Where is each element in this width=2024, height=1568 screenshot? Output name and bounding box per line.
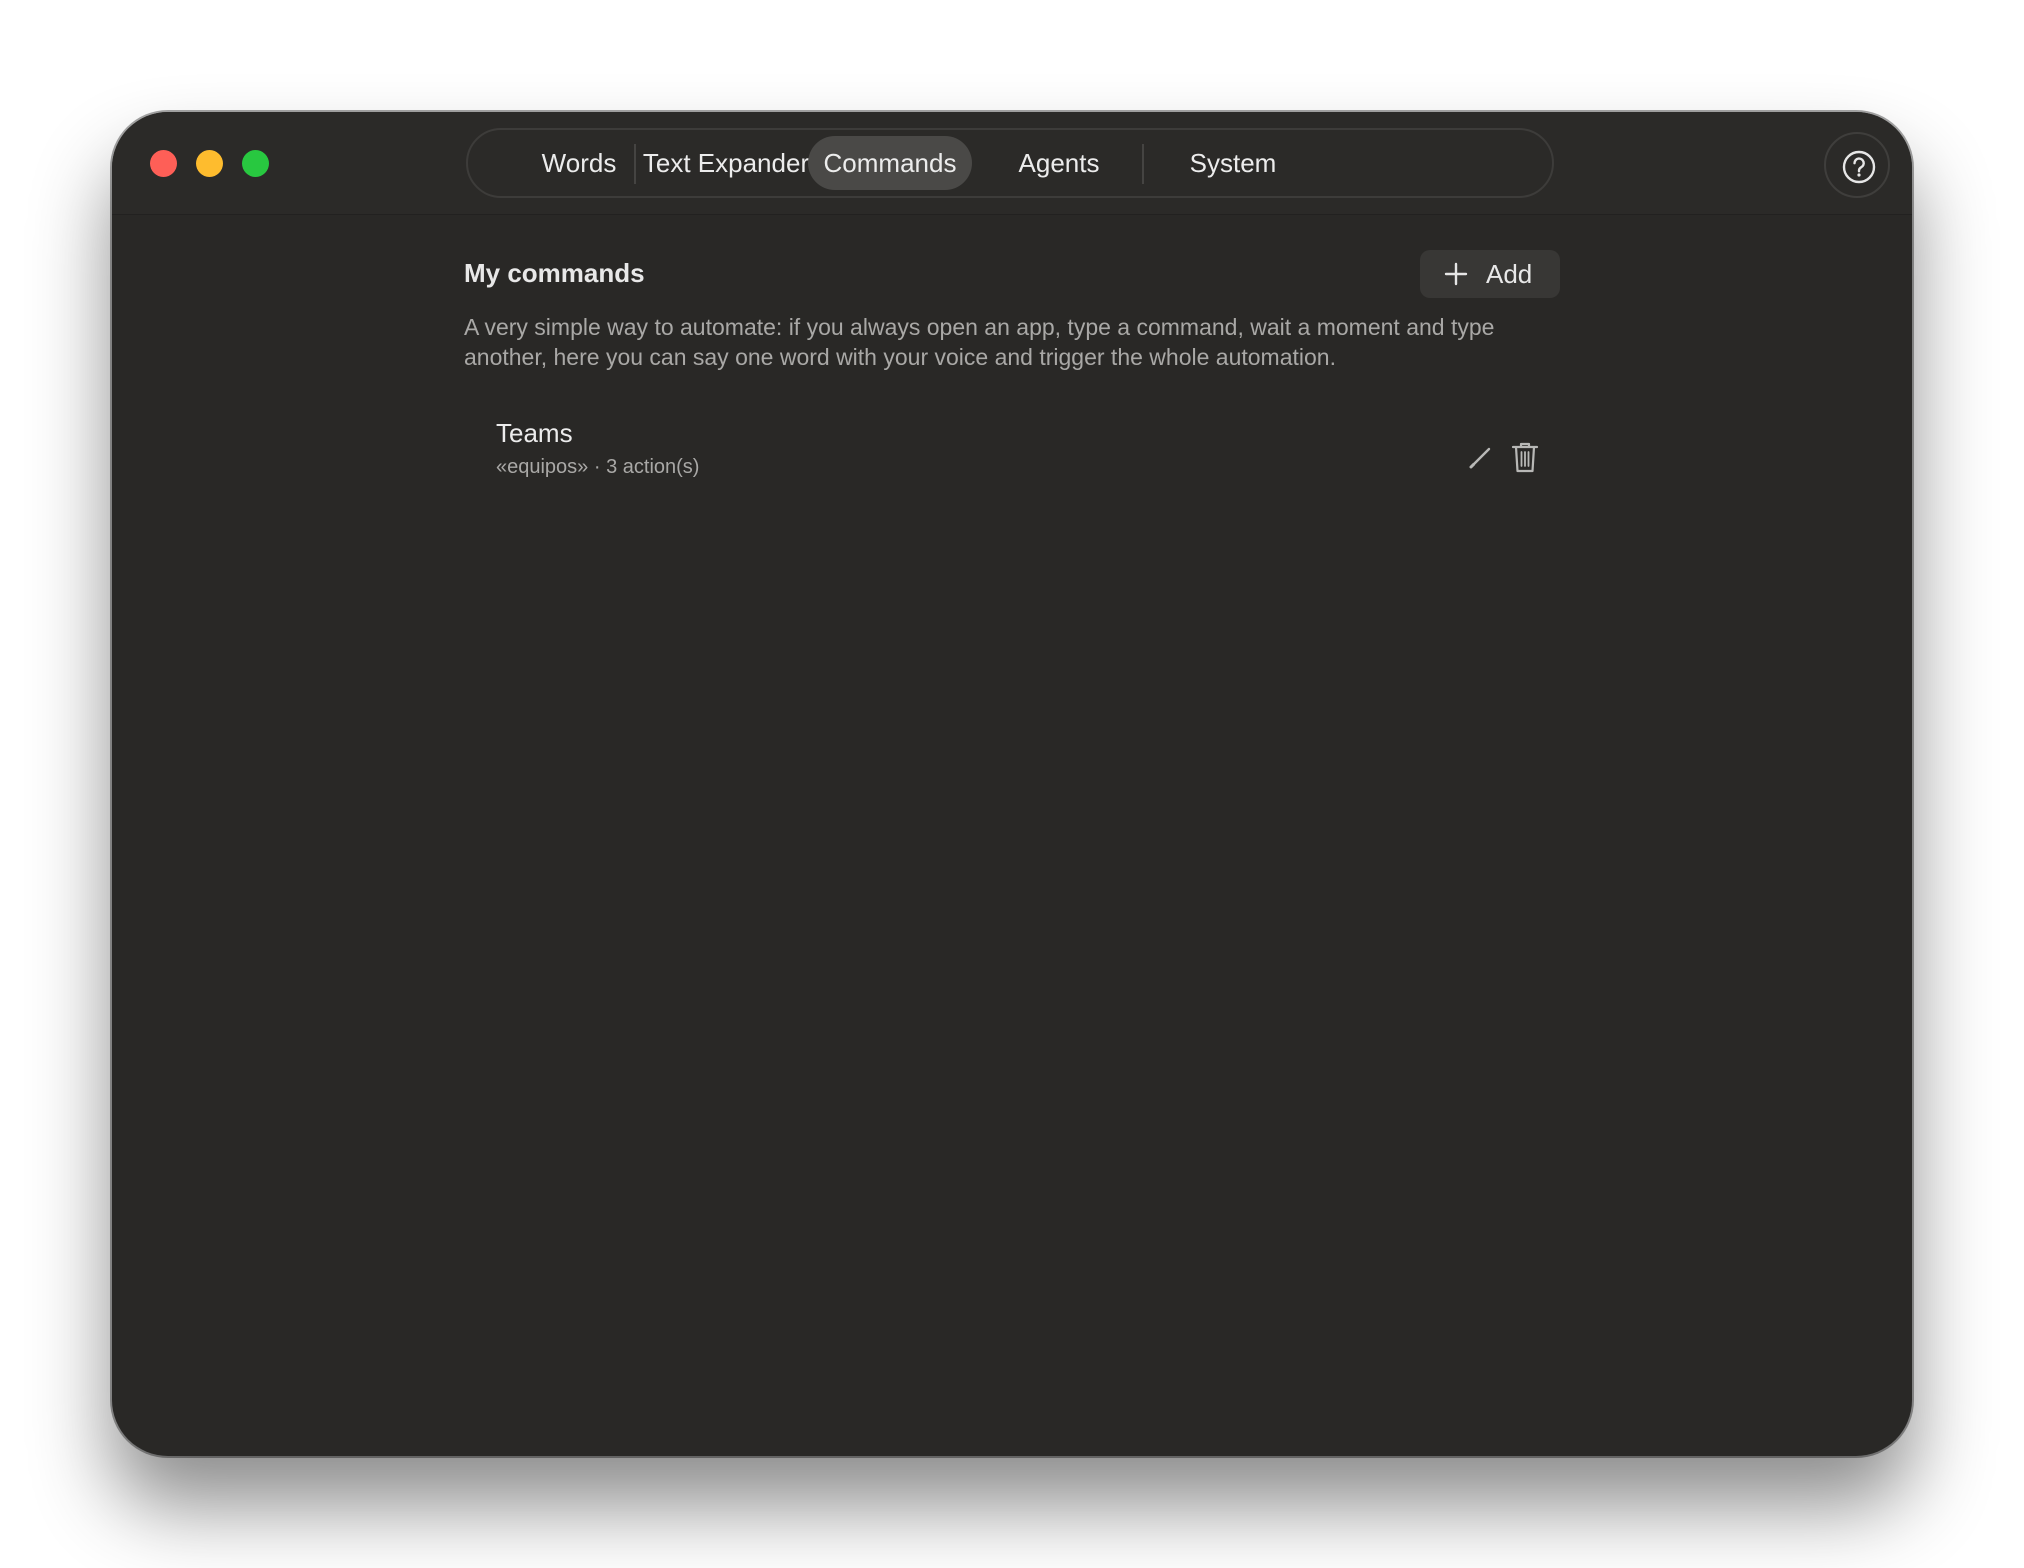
tab-separator — [634, 144, 636, 184]
section-title: My commands — [464, 258, 645, 288]
tab-commands[interactable]: Commands — [808, 136, 972, 190]
trash-icon — [1511, 442, 1539, 473]
title-bar: Words Text Expander Commands Agents Syst… — [112, 112, 1912, 215]
tab-words[interactable]: Words — [494, 136, 664, 190]
delete-command-button[interactable] — [1510, 440, 1540, 474]
tab-bar: Words Text Expander Commands Agents Syst… — [466, 128, 1554, 198]
close-window-button[interactable] — [150, 150, 177, 177]
tab-separator — [1142, 144, 1144, 184]
minimize-window-button[interactable] — [196, 150, 223, 177]
command-list-item[interactable]: Teams «equipos» · 3 action(s) — [464, 410, 1560, 490]
command-meta: «equipos» · 3 action(s) — [496, 456, 700, 478]
add-label: Add — [1486, 259, 1533, 289]
tab-agents[interactable]: Agents — [972, 136, 1146, 190]
app-window: Words Text Expander Commands Agents Syst… — [112, 112, 1912, 1456]
plus-icon — [1444, 262, 1468, 286]
add-command-button[interactable]: Add — [1420, 250, 1560, 298]
question-mark-circle-icon — [1842, 150, 1876, 184]
zoom-window-button[interactable] — [242, 150, 269, 177]
pencil-icon — [1469, 447, 1491, 469]
tab-system[interactable]: System — [1146, 136, 1320, 190]
command-name: Teams — [496, 418, 573, 448]
edit-command-button[interactable] — [1466, 442, 1496, 472]
help-button[interactable] — [1824, 132, 1890, 198]
section-description: A very simple way to automate: if you al… — [464, 314, 1495, 370]
tab-text-expander[interactable]: Text Expander — [642, 136, 810, 190]
